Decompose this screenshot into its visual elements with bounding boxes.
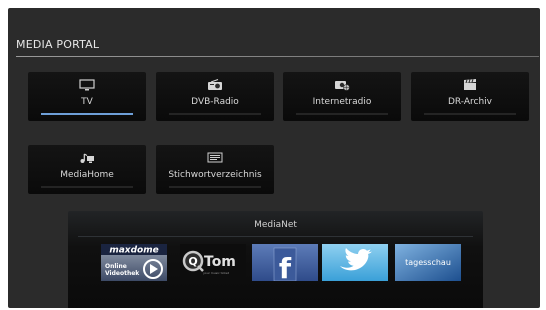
- tile-dr-archiv[interactable]: DR-Archiv: [411, 72, 529, 121]
- tile-dvb-radio[interactable]: DVB-Radio: [156, 72, 274, 121]
- tile-label: DVB-Radio: [191, 97, 239, 107]
- tile-stichwortverzeichnis[interactable]: Stichwortverzeichnis: [156, 145, 274, 194]
- maxdome-logo-text: maxdome: [109, 246, 158, 256]
- twitter-app-tile[interactable]: [322, 244, 388, 281]
- maxdome-sub-text-2: Videothek: [105, 270, 140, 277]
- medianet-title: MediaNet: [254, 220, 297, 230]
- facebook-logo-text: f: [279, 252, 292, 281]
- tile-mediahome[interactable]: MediaHome: [28, 145, 146, 194]
- tile-internetradio[interactable]: Internetradio: [283, 72, 401, 121]
- selection-indicator: [41, 186, 133, 188]
- clapperboard-icon: [464, 79, 476, 90]
- radio-icon: [208, 79, 222, 90]
- selection-indicator: [169, 113, 261, 115]
- qtom-logo-text: Tom: [204, 254, 236, 270]
- tagesschau-logo-text: tagesschau: [405, 258, 451, 267]
- tile-label: Stichwortverzeichnis: [168, 170, 262, 180]
- page-title: MEDIA PORTAL: [16, 38, 100, 51]
- selection-indicator: [424, 113, 516, 115]
- maxdome-app-tile[interactable]: maxdome Online Videothek: [101, 244, 167, 281]
- maxdome-logo: maxdome Online Videothek: [101, 244, 167, 281]
- tagesschau-logo: tagesschau: [395, 244, 461, 281]
- media-home-icon: [80, 153, 94, 163]
- internet-radio-icon: [335, 81, 350, 91]
- medianet-divider: [78, 236, 473, 237]
- qtom-app-tile[interactable]: Q Tom your music ticket: [180, 244, 246, 281]
- index-icon: [207, 152, 223, 163]
- tile-label: TV: [81, 97, 93, 107]
- tile-label: DR-Archiv: [447, 97, 492, 107]
- tv-icon: [79, 79, 95, 91]
- tagesschau-app-tile[interactable]: tagesschau: [395, 244, 461, 281]
- title-divider: [16, 56, 539, 57]
- media-portal-screen: MEDIA PORTAL TV DVB-Radio Internetradio: [8, 8, 540, 308]
- facebook-app-tile[interactable]: f: [252, 244, 318, 281]
- svg-text:Q: Q: [188, 255, 197, 268]
- selection-indicator: [169, 186, 261, 188]
- selection-indicator: [296, 113, 388, 115]
- medianet-panel: MediaNet maxdome Online Videothek Q Tom …: [68, 211, 483, 308]
- selection-indicator: [41, 113, 133, 115]
- facebook-logo: f: [252, 244, 318, 281]
- tile-label: MediaHome: [60, 170, 114, 180]
- maxdome-sub-text-1: Online: [105, 263, 127, 270]
- twitter-bird-icon: [322, 244, 388, 281]
- tile-tv[interactable]: TV: [28, 72, 146, 121]
- qtom-sub-text: your music ticket: [203, 271, 230, 275]
- tile-label: Internetradio: [312, 97, 372, 107]
- qtom-logo: Q Tom your music ticket: [180, 244, 246, 281]
